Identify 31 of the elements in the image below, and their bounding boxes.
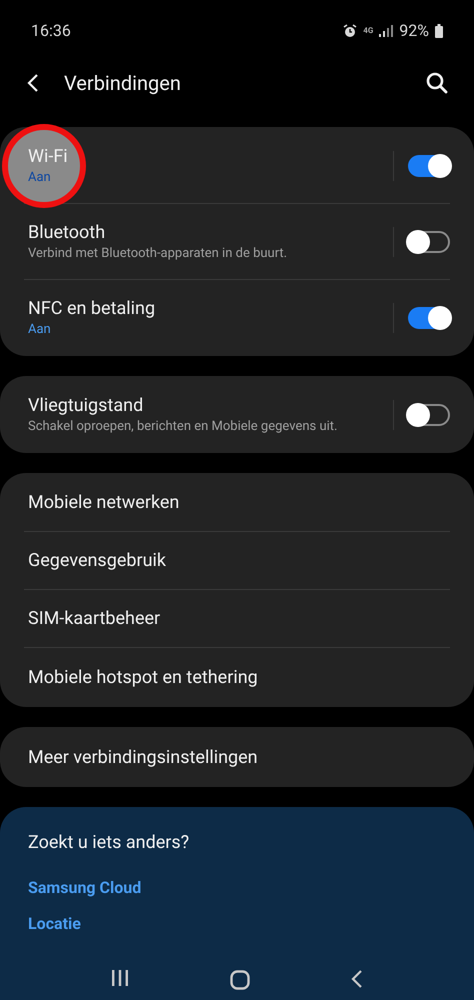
toggle-switch[interactable]: [408, 306, 450, 328]
setting-title[interactable]: Bluetooth: [28, 220, 393, 244]
page-title: Verbindingen: [64, 70, 182, 97]
network-type: 4G: [363, 27, 374, 35]
toggle-switch[interactable]: [408, 230, 450, 252]
setting-title[interactable]: Gegevensgebruik: [24, 547, 166, 574]
suggestion-link[interactable]: Locatie: [28, 906, 446, 942]
battery-percentage: 92%: [399, 20, 429, 42]
setting-title[interactable]: Meer verbindingsinstellingen: [24, 744, 258, 770]
setting-title[interactable]: Vliegtuigstand: [28, 394, 393, 418]
setting-title[interactable]: Mobiele netwerken: [24, 489, 180, 516]
setting-subtitle: Aan: [28, 168, 52, 186]
recent-apps-icon[interactable]: [110, 970, 129, 986]
setting-title[interactable]: Mobiele hotspot en tethering: [24, 664, 258, 690]
setting-title[interactable]: SIM-kaartbeheer: [24, 605, 160, 632]
battery-icon: [435, 24, 443, 38]
suggestions-title: Zoekt u iets anders?: [28, 831, 190, 855]
toggle-switch[interactable]: [408, 404, 450, 426]
back-icon[interactable]: [26, 73, 40, 93]
setting-subtitle: Schakel oproepen, berichten en Mobiele gegevens uit.: [28, 418, 338, 436]
signal-icon: [379, 25, 394, 37]
home-icon[interactable]: [230, 970, 250, 990]
alarm-icon: [343, 24, 358, 38]
toggle-switch[interactable]: [408, 154, 450, 176]
search-icon[interactable]: [426, 72, 448, 94]
setting-title[interactable]: NFC en betaling: [28, 296, 393, 320]
status-time: 16:36: [31, 20, 71, 42]
setting-subtitle: Aan: [28, 320, 52, 338]
suggestion-link[interactable]: Samsung Cloud: [28, 870, 446, 906]
back-icon[interactable]: [351, 970, 364, 988]
setting-subtitle: Verbind met Bluetooth-apparaten in de buurt.: [28, 244, 288, 262]
